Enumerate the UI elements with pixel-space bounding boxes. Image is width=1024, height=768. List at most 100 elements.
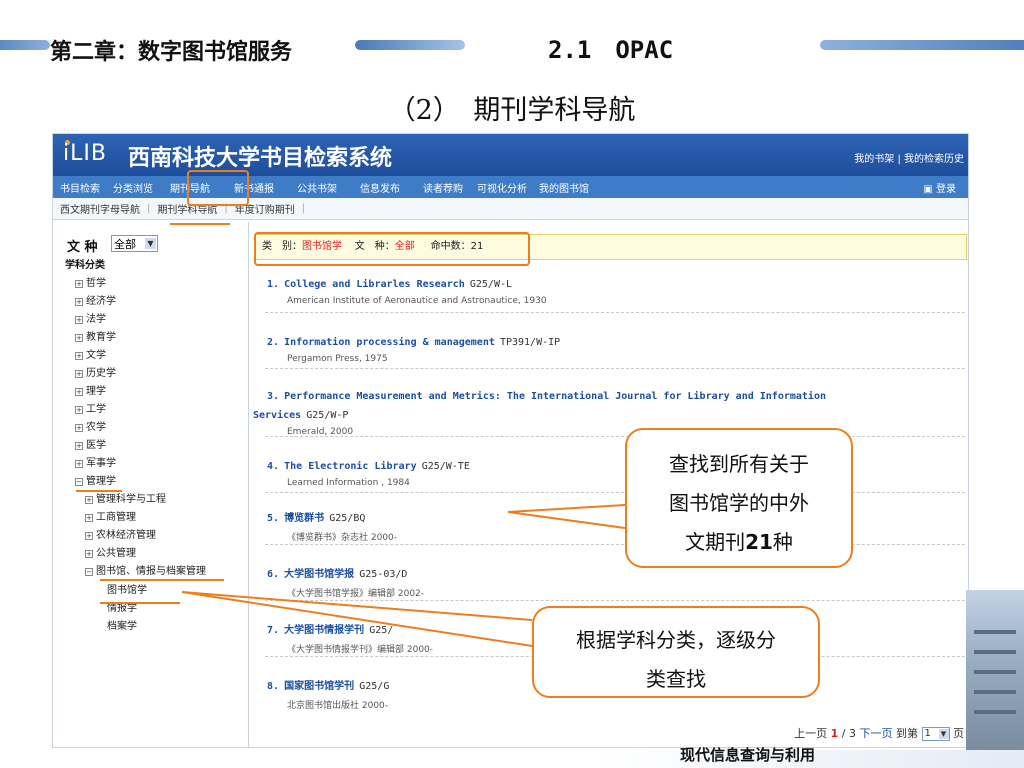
expand-icon: + <box>75 316 83 324</box>
my-bookshelf-link[interactable]: 我的书架 <box>854 154 894 165</box>
language-select[interactable]: 全部 ▼ <box>111 235 158 252</box>
footer-course-title: 现代信息查询与利用 <box>680 746 816 764</box>
call-number: G25/ <box>369 625 394 636</box>
callout-line: 类查找 <box>646 667 706 691</box>
nav-item-my-library[interactable]: 我的图书馆 <box>539 180 589 195</box>
building-window <box>974 710 1016 714</box>
expand-icon: + <box>75 298 83 306</box>
result-title-continued[interactable]: Services <box>253 410 301 421</box>
tree-item[interactable]: + 理学 <box>75 382 106 397</box>
slide-subtitle: （2） 期刊学科导航 <box>388 95 636 126</box>
tree-item[interactable]: + 哲学 <box>75 274 106 289</box>
nav-item-public-shelf[interactable]: 公共书架 <box>297 180 337 195</box>
result-title[interactable]: The Electronic Library <box>284 461 416 472</box>
result-number: 4. <box>267 461 280 472</box>
chapter-title: 第二章：数字图书馆服务 <box>50 39 293 65</box>
callout-line: 文期刊21种 <box>685 530 793 554</box>
result-item: 6. 大学图书馆学报 G25-03/D 《大学图书馆学报》编辑部 2002- <box>267 562 967 599</box>
expand-icon: + <box>75 406 83 414</box>
language-label: 文 种 <box>67 240 98 255</box>
result-title[interactable]: College and Librarles Research <box>284 279 465 290</box>
result-number: 3. <box>267 391 280 402</box>
underline-library-archive <box>100 579 224 581</box>
result-title[interactable]: Information processing & management <box>284 337 495 348</box>
campus-building-image <box>966 590 1024 750</box>
tree-item[interactable]: + 军事学 <box>75 454 116 469</box>
nav-item-category-browse[interactable]: 分类浏览 <box>113 180 153 195</box>
tree-item[interactable]: + 农学 <box>75 418 106 433</box>
tree-item[interactable]: + 医学 <box>75 436 106 451</box>
expand-icon: + <box>85 550 93 558</box>
language-select-value: 全部 <box>114 238 136 251</box>
tree-subitem[interactable]: + 管理科学与工程 <box>85 490 166 505</box>
tree-subitem[interactable]: + 农林经济管理 <box>85 526 156 541</box>
result-publisher: Pergamon Press, 1975 <box>287 354 388 364</box>
tree-item[interactable]: + 工学 <box>75 400 106 415</box>
page-select[interactable]: 1 ▼ <box>921 727 950 741</box>
building-window <box>974 630 1016 634</box>
goto-label: 到第 <box>896 727 918 740</box>
result-number: 6. <box>267 569 280 580</box>
decorative-bar <box>820 40 1024 50</box>
login-icon: ▣ <box>923 184 933 195</box>
tree-item[interactable]: + 法学 <box>75 310 106 325</box>
tree-item[interactable]: + 教育学 <box>75 328 116 343</box>
login-label: 登录 <box>936 184 956 195</box>
tree-leaf-archive-science[interactable]: 档案学 <box>107 617 137 632</box>
expand-icon: + <box>85 532 93 540</box>
result-item: 1. College and Librarles Research G25/W-… <box>267 272 967 306</box>
callout-subject-navigation: 根据学科分类，逐级分 类查找 <box>532 606 820 698</box>
subnav-alpha-journals[interactable]: 西文期刊字母导航 <box>60 201 140 216</box>
expand-icon: + <box>75 352 83 360</box>
divider <box>265 368 965 369</box>
decorative-bar <box>0 40 50 50</box>
result-title[interactable]: 国家图书馆学刊 <box>284 681 354 692</box>
call-number: TP391/W-IP <box>499 337 561 348</box>
result-number: 2. <box>267 337 280 348</box>
expand-icon: + <box>85 496 93 504</box>
tree-item-management[interactable]: − 管理学 <box>75 472 116 487</box>
building-window <box>974 690 1016 694</box>
nav-item-reader-recommend[interactable]: 读者荐购 <box>423 180 463 195</box>
tree-item[interactable]: + 文学 <box>75 346 106 361</box>
result-item: 3. Performance Measurement and Metrics: … <box>253 384 967 437</box>
result-title[interactable]: 大学图书馆学报 <box>284 569 354 580</box>
result-title[interactable]: 大学图书情报学刊 <box>284 625 364 636</box>
result-title[interactable]: Performance Measurement and Metrics: The… <box>284 391 826 402</box>
login-button[interactable]: ▣ 登录 <box>923 180 956 195</box>
highlight-filter <box>254 232 530 266</box>
page-suffix: 页 <box>953 727 964 740</box>
current-page: 1 <box>830 727 839 740</box>
tree-subitem[interactable]: + 公共管理 <box>85 544 136 559</box>
nav-item-visual-analysis[interactable]: 可视化分析 <box>477 180 527 195</box>
tree-item[interactable]: + 历史学 <box>75 364 116 379</box>
underline-library-science <box>100 602 180 604</box>
collapse-icon: − <box>85 568 93 576</box>
underline-management <box>76 490 122 492</box>
divider <box>265 436 965 437</box>
subnav-separator: | <box>301 203 306 214</box>
tree-item[interactable]: + 经济学 <box>75 292 116 307</box>
expand-icon: + <box>85 514 93 522</box>
pagination: 上一页 1 / 3 下一页 到第 1 ▼ 页 <box>794 725 964 741</box>
prev-page-link[interactable]: 上一页 <box>794 727 827 740</box>
section-title: 2.1 OPAC <box>548 36 674 64</box>
result-publisher: American Institute of Aeronautice and As… <box>287 296 547 306</box>
tree-subitem-library-info-archive[interactable]: − 图书馆、情报与档案管理 <box>85 562 206 577</box>
slide: 第二章：数字图书馆服务 2.1 OPAC （2） 期刊学科导航 iLIB 西南科… <box>0 0 1024 768</box>
subnav-separator: | <box>147 203 151 214</box>
nav-item-book-search[interactable]: 书目检索 <box>60 180 100 195</box>
call-number: G25/G <box>359 681 390 692</box>
next-page-link[interactable]: 下一页 <box>860 727 893 740</box>
tree-subitem[interactable]: + 工商管理 <box>85 508 136 523</box>
callout-line: 图书馆学的中外 <box>669 491 809 515</box>
subject-sidebar: 文 种 全部 ▼ 学科分类 + 哲学 + 经济学 + 法学 + 教育学 + 文学 + 历史学… <box>53 222 249 747</box>
search-history-link[interactable]: 我的检索历史 <box>904 154 964 165</box>
decorative-bar <box>355 40 465 50</box>
result-title[interactable]: 博览群书 <box>284 513 324 524</box>
tree-leaf-library-science[interactable]: 图书馆学 <box>107 581 147 596</box>
total-pages: / 3 <box>841 727 856 740</box>
ilib-logo: iLIB <box>63 141 107 166</box>
nav-item-info-release[interactable]: 信息发布 <box>360 180 400 195</box>
expand-icon: + <box>75 370 83 378</box>
